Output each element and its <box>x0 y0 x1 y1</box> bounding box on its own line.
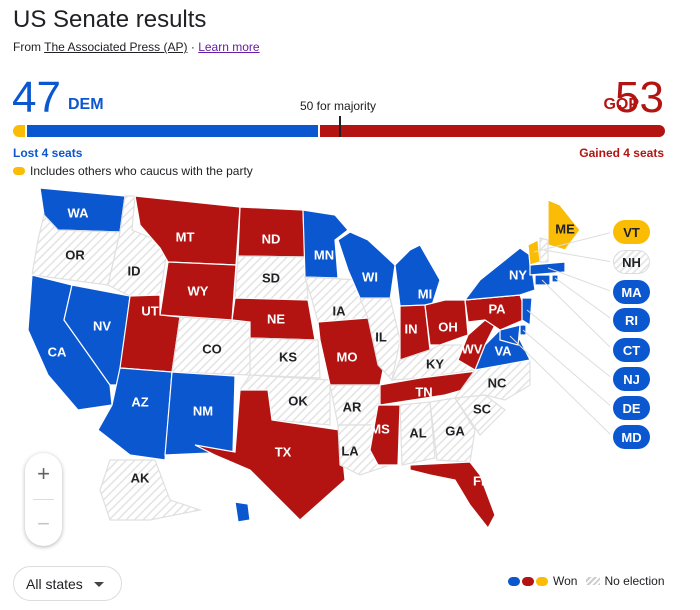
state-label-sd: SD <box>262 270 280 285</box>
state-ma[interactable] <box>529 261 566 276</box>
callout-leader-ct <box>541 279 610 348</box>
state-pill-ct[interactable]: CT <box>613 338 650 362</box>
learn-more-link[interactable]: Learn more <box>198 40 259 54</box>
state-label-ut: UT <box>141 303 158 318</box>
state-ak[interactable] <box>99 459 203 521</box>
caret-down-icon <box>94 582 104 587</box>
state-label-wv: WV <box>462 341 483 356</box>
gop-seat-count: 53 <box>615 73 664 122</box>
gop-change: Gained 4 seats <box>579 146 664 160</box>
state-pill-ma[interactable]: MA <box>613 280 650 304</box>
state-label-ny: NY <box>509 267 527 282</box>
state-label-nc: NC <box>488 375 507 390</box>
hatch-icon <box>586 577 601 585</box>
source-line: From The Associated Press (AP) · Learn m… <box>13 40 260 54</box>
state-label-me: ME <box>555 221 575 236</box>
state-pill-de[interactable]: DE <box>613 396 650 420</box>
gop-segment <box>320 125 665 137</box>
ind-dot-icon <box>536 576 548 586</box>
state-label-ky: KY <box>426 356 444 371</box>
state-label-la: LA <box>341 443 359 458</box>
state-label-ok: OK <box>288 393 308 408</box>
state-label-ia: IA <box>333 303 347 318</box>
state-label-ar: AR <box>343 399 362 414</box>
state-label-ca: CA <box>48 344 67 359</box>
state-pill-nh[interactable]: NH <box>613 250 650 274</box>
state-label-mt: MT <box>176 229 195 244</box>
won-label: Won <box>553 574 578 588</box>
state-label-ne: NE <box>267 311 285 326</box>
state-label-id: ID <box>128 263 141 278</box>
state-label-tx: TX <box>275 444 292 459</box>
state-hi[interactable] <box>234 501 251 523</box>
state-pill-nj[interactable]: NJ <box>613 367 650 391</box>
state-label-il: IL <box>375 329 387 344</box>
state-label-mo: MO <box>337 349 358 364</box>
state-filter-dropdown[interactable]: All states <box>13 566 122 601</box>
state-label-va: VA <box>494 343 512 358</box>
source-prefix: From <box>13 40 41 54</box>
state-label-az: AZ <box>131 394 148 409</box>
state-label-al: AL <box>409 425 426 440</box>
map-legend: Won No election <box>508 574 665 588</box>
state-filter-value: All states <box>26 575 83 592</box>
state-pill-md[interactable]: MD <box>613 425 650 449</box>
independent-note: Includes others who caucus with the part… <box>13 164 253 178</box>
zoom-control: + − <box>25 453 62 546</box>
dem-change: Lost 4 seats <box>13 146 83 160</box>
state-label-wy: WY <box>188 283 209 298</box>
state-label-or: OR <box>65 247 85 262</box>
dem-dot-icon <box>508 576 520 586</box>
state-label-fl: FL <box>473 473 489 488</box>
state-label-ms: MS <box>370 421 390 436</box>
state-label-pa: PA <box>488 301 506 316</box>
state-vt[interactable] <box>527 239 541 266</box>
gop-dot-icon <box>522 576 534 586</box>
state-label-sc: SC <box>473 401 492 416</box>
state-fl[interactable] <box>409 461 496 530</box>
state-label-ks: KS <box>279 349 297 364</box>
zoom-in-button[interactable]: + <box>25 459 62 489</box>
seat-bar <box>13 116 665 137</box>
dem-label: DEM <box>68 96 104 113</box>
state-pill-vt[interactable]: VT <box>613 220 650 244</box>
majority-marker <box>339 116 341 137</box>
state-label-wi: WI <box>362 269 378 284</box>
state-label-wa: WA <box>68 205 90 220</box>
callout-leader-nh <box>543 249 610 262</box>
majority-label: 50 for majority <box>300 99 377 113</box>
state-label-mn: MN <box>314 247 334 262</box>
state-label-ak: AK <box>131 470 150 485</box>
state-label-nd: ND <box>262 231 281 246</box>
state-label-tn: TN <box>415 384 432 399</box>
independent-dot-icon <box>13 167 25 175</box>
no-election-label: No election <box>604 574 665 588</box>
state-label-in: IN <box>405 321 418 336</box>
dem-seat-count: 47 <box>12 73 61 122</box>
independent-segment <box>13 125 26 137</box>
state-label-nv: NV <box>93 318 111 333</box>
state-nj[interactable] <box>521 297 533 327</box>
page-title: US Senate results <box>13 6 207 33</box>
zoom-divider <box>33 499 54 500</box>
dem-segment <box>27 125 319 137</box>
state-label-oh: OH <box>438 319 458 334</box>
separator: · <box>190 40 195 54</box>
zoom-out-button[interactable]: − <box>25 509 62 539</box>
callout-leader-ri <box>554 277 610 319</box>
state-label-hi: HI <box>208 509 221 524</box>
source-link[interactable]: The Associated Press (AP) <box>44 40 187 54</box>
independent-note-text: Includes others who caucus with the part… <box>30 164 253 178</box>
state-label-co: CO <box>202 341 222 356</box>
us-map: WA OR CA NV ID MT WY UT AZ CO NM ND SD NE KS OK TX MN IA MO… <box>27 187 610 530</box>
state-pill-ri[interactable]: RI <box>613 308 650 332</box>
state-label-mi: MI <box>418 286 432 301</box>
state-label-ga: GA <box>445 423 465 438</box>
state-label-nm: NM <box>193 403 213 418</box>
